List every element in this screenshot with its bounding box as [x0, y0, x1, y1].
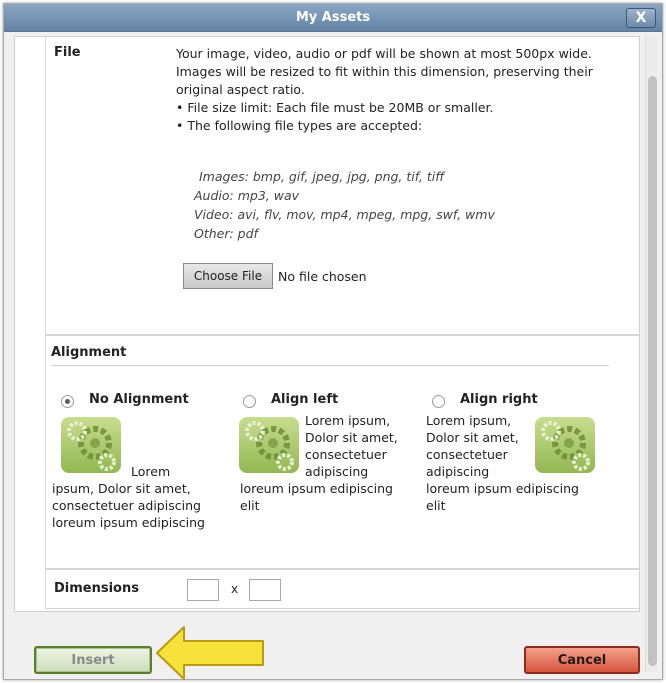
gears-image-icon: [61, 417, 121, 473]
types-images: Images: bmp, gif, jpeg, jpg, png, tif, t…: [199, 169, 445, 184]
no-alignment-radio[interactable]: [61, 395, 74, 408]
choose-file-button[interactable]: Choose File: [183, 263, 273, 289]
gears-image-icon: [239, 417, 299, 473]
align-left-sample-line: consectetuer: [305, 447, 387, 462]
accepted-types-list: Images: bmp, gif, jpeg, jpg, png, tif, t…: [194, 167, 495, 243]
no-alignment-sample-line: ipsum, Dolor sit amet,: [52, 481, 191, 496]
width-input[interactable]: [187, 579, 219, 601]
align-right-sample-line: adipiscing: [426, 464, 490, 479]
no-alignment-label[interactable]: No Alignment: [89, 392, 189, 407]
align-left-sample-line: loreum ipsum edipiscing: [240, 481, 393, 496]
alignment-header: Alignment: [51, 345, 609, 366]
align-right-sample-line: Dolor sit amet,: [426, 430, 519, 445]
dialog-content: File Your image, video, audio or pdf wil…: [14, 36, 640, 612]
file-types-note: • The following file types are accepted:: [176, 118, 423, 133]
align-left-sample-line: Lorem ipsum,: [305, 413, 391, 428]
content-scrollbar[interactable]: [645, 36, 657, 672]
align-right-radio[interactable]: [432, 395, 445, 408]
assets-dialog: My Assets X File Your image, video, audi…: [3, 3, 663, 680]
align-left-radio[interactable]: [243, 395, 256, 408]
align-right-label[interactable]: Align right: [460, 392, 538, 407]
alignment-section: Alignment No Alignment Lorem ipsum, Dolo…: [45, 335, 639, 569]
align-left-sample-line: Dolor sit amet,: [305, 430, 398, 445]
align-right-sample-line: consectetuer: [426, 447, 508, 462]
dimensions-separator: x: [231, 582, 239, 596]
no-alignment-sample-line: consectetuer adipiscing: [52, 498, 201, 513]
dimensions-section: Dimensions x: [45, 569, 639, 609]
file-section: File Your image, video, audio or pdf wil…: [45, 37, 639, 335]
title-bar: My Assets X: [4, 4, 662, 32]
no-alignment-sample-line: Lorem: [131, 464, 171, 479]
file-description: Your image, video, audio or pdf will be …: [176, 45, 631, 135]
height-input[interactable]: [249, 579, 281, 601]
types-video: Video: avi, flv, mov, mp4, mpeg, mpg, sw…: [194, 207, 495, 222]
file-label: File: [54, 45, 81, 60]
align-right-sample-line: Lorem ipsum,: [426, 413, 512, 428]
scrollbar-thumb[interactable]: [648, 76, 657, 666]
types-other: Other: pdf: [194, 226, 258, 241]
file-description-text: Your image, video, audio or pdf will be …: [176, 46, 593, 97]
gears-image-icon: [535, 417, 595, 473]
align-left-sample-line: adipiscing: [305, 464, 369, 479]
close-button[interactable]: X: [626, 8, 656, 28]
no-alignment-sample-line: loreum ipsum edipiscing: [52, 515, 205, 530]
align-right-sample-line: loreum ipsum edipiscing: [426, 481, 579, 496]
types-audio: Audio: mp3, wav: [194, 188, 300, 203]
dialog-title: My Assets: [295, 10, 371, 25]
file-status: No file chosen: [278, 269, 367, 284]
cancel-button[interactable]: Cancel: [524, 646, 640, 674]
align-left-sample-line: elit: [240, 498, 260, 513]
dimensions-label: Dimensions: [54, 581, 139, 596]
insert-button[interactable]: Insert: [34, 646, 152, 674]
align-left-label[interactable]: Align left: [271, 392, 338, 407]
file-size-limit-note: • File size limit: Each file must be 20M…: [176, 100, 494, 115]
pointer-arrow-icon: [156, 626, 264, 680]
align-right-sample-line: elit: [426, 498, 446, 513]
